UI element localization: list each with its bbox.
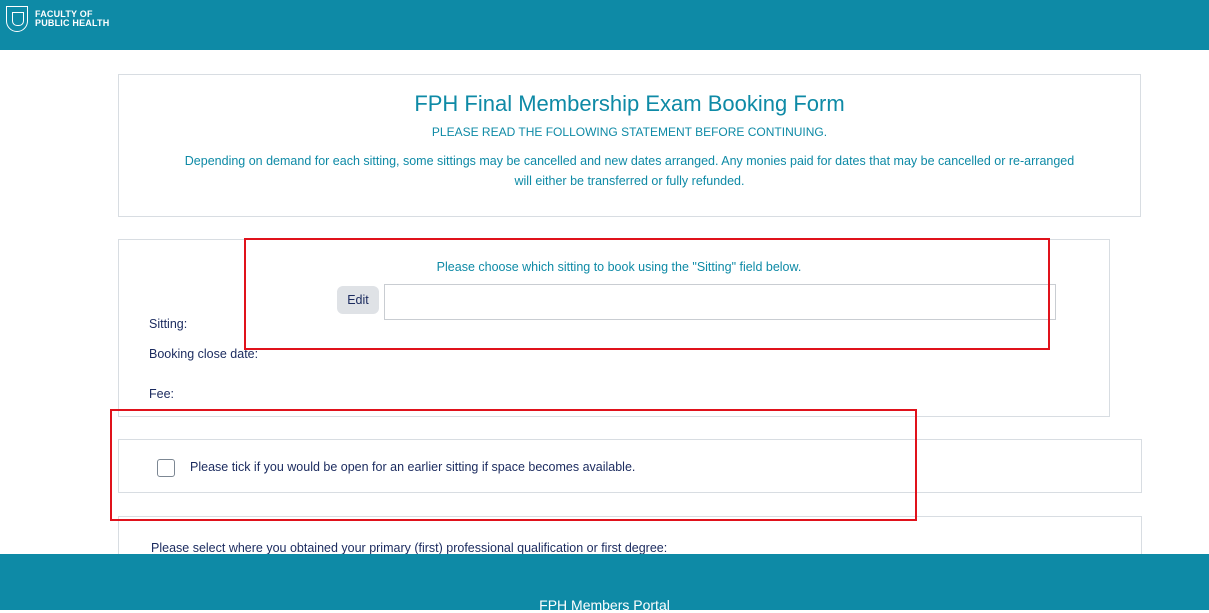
crest-shield-icon: [6, 6, 28, 32]
read-statement-subtitle: PLEASE READ THE FOLLOWING STATEMENT BEFO…: [431, 125, 828, 139]
highlight-box-checkbox: [110, 409, 917, 521]
qualification-label: Please select where you obtained your pr…: [151, 541, 668, 554]
booking-close-date-label: Booking close date:: [149, 347, 259, 361]
highlight-box-sitting: [244, 238, 1050, 350]
fph-logo[interactable]: FACULTY OF PUBLIC HEALTH: [6, 6, 109, 32]
fee-label: Fee:: [149, 387, 175, 401]
footer-title[interactable]: FPH Members Portal: [0, 597, 1209, 613]
footer-bar: FPH Members Portal: [0, 554, 1209, 613]
sitting-label: Sitting:: [149, 317, 188, 331]
page-title: FPH Final Membership Exam Booking Form: [414, 91, 845, 116]
qualification-panel: Please select where you obtained your pr…: [118, 516, 1142, 554]
logo-line-2: PUBLIC HEALTH: [35, 18, 110, 28]
intro-panel: FPH Final Membership Exam Booking Form P…: [118, 74, 1141, 217]
header-bar: FACULTY OF PUBLIC HEALTH: [0, 0, 1209, 50]
cancellation-notice: Depending on demand for each sitting, so…: [184, 154, 1075, 188]
logo-text: FACULTY OF PUBLIC HEALTH: [35, 10, 109, 28]
